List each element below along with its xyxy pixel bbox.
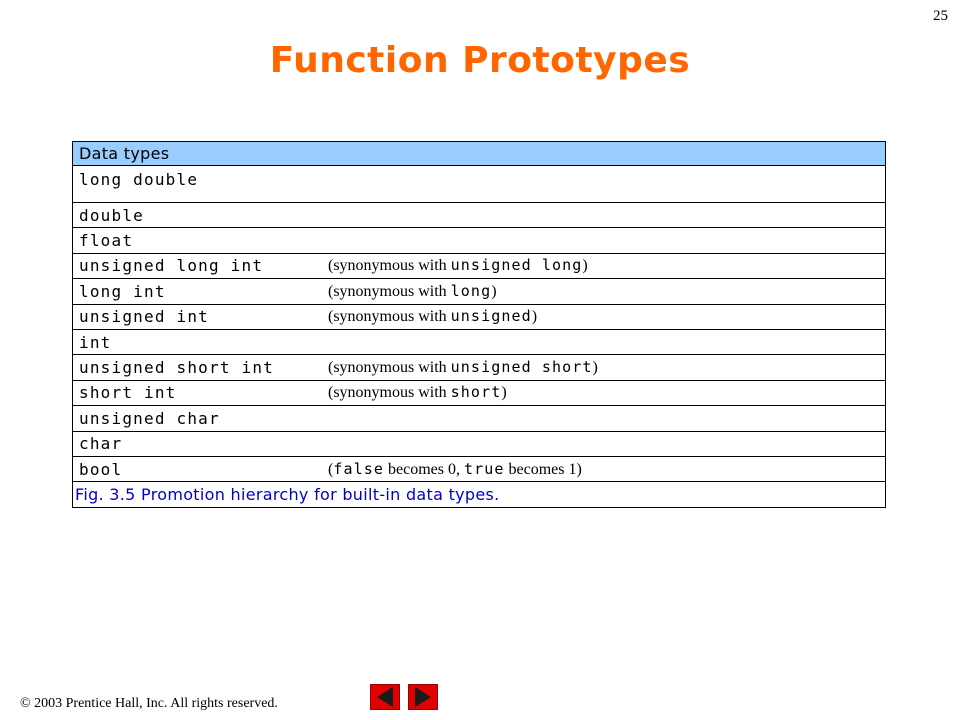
type-name: short int bbox=[79, 383, 177, 403]
note-code-false: false bbox=[333, 459, 384, 478]
table-row: float bbox=[73, 228, 885, 254]
table-row: unsigned char bbox=[73, 406, 885, 432]
type-name: char bbox=[79, 434, 123, 454]
copyright-text: 2003 Prentice Hall, Inc. All rights rese… bbox=[30, 696, 278, 711]
synonym-note: (synonymous with unsigned) bbox=[328, 307, 537, 326]
note-code: unsigned long bbox=[450, 256, 583, 275]
type-name: unsigned char bbox=[79, 408, 220, 428]
note-suffix: ) bbox=[491, 282, 497, 300]
type-name: int bbox=[79, 332, 112, 352]
note-code: unsigned short bbox=[450, 358, 593, 377]
slide-title: Function Prototypes bbox=[269, 40, 691, 81]
note-suffix: ) bbox=[501, 384, 507, 402]
note-suffix: ) bbox=[582, 257, 588, 275]
type-name: bool bbox=[79, 459, 123, 479]
note-code: long bbox=[450, 281, 492, 300]
note-prefix: (synonymous with bbox=[328, 359, 451, 377]
table-row: unsigned short int (synonymous with unsi… bbox=[73, 355, 885, 381]
right-triangle-icon bbox=[415, 687, 431, 707]
synonym-note: (synonymous with short) bbox=[328, 383, 507, 402]
table-header-label: Data types bbox=[79, 144, 170, 163]
table-row: short int (synonymous with short) bbox=[73, 381, 885, 407]
previous-slide-button[interactable] bbox=[370, 684, 400, 710]
note-suffix: ) bbox=[531, 308, 538, 326]
type-name: float bbox=[79, 231, 134, 251]
note-code-true: true bbox=[463, 459, 505, 478]
note-code: unsigned bbox=[450, 307, 532, 326]
copyright-notice: © 2003 Prentice Hall, Inc. All rights re… bbox=[20, 696, 278, 712]
table-header-row: Data types bbox=[73, 142, 885, 166]
table-row: char bbox=[73, 432, 885, 457]
note-prefix: (synonymous with bbox=[328, 282, 451, 300]
table-row: long int (synonymous with long) bbox=[73, 279, 885, 305]
note-mid: becomes 0, bbox=[383, 460, 464, 478]
note-code: short bbox=[450, 383, 502, 402]
type-name: unsigned int bbox=[79, 307, 209, 327]
next-slide-button[interactable] bbox=[408, 684, 438, 710]
table-row: long double bbox=[73, 166, 885, 203]
note-prefix: (synonymous with bbox=[328, 257, 451, 275]
table-row: double bbox=[73, 203, 885, 229]
figure-caption: Fig. 3.5 Promotion hierarchy for built-i… bbox=[75, 485, 500, 505]
table-row: unsigned long int (synonymous with unsig… bbox=[73, 254, 885, 280]
left-triangle-icon bbox=[377, 687, 393, 707]
note-prefix: (synonymous with bbox=[328, 384, 451, 402]
note-end: becomes 1) bbox=[504, 460, 582, 478]
type-name: long double bbox=[79, 170, 199, 189]
bool-note: (false becomes 0, true becomes 1) bbox=[328, 460, 582, 479]
page-number: 25 bbox=[933, 8, 948, 24]
copyright-symbol: © bbox=[20, 696, 31, 711]
note-prefix: (synonymous with bbox=[328, 308, 451, 326]
note-suffix: ) bbox=[592, 359, 598, 377]
type-name: long int bbox=[79, 281, 166, 301]
type-name: double bbox=[79, 205, 144, 225]
table-row: unsigned int (synonymous with unsigned) bbox=[73, 305, 885, 330]
data-types-table: Data types long double double float unsi… bbox=[72, 141, 886, 509]
synonym-note: (synonymous with long) bbox=[328, 282, 497, 301]
synonym-note: (synonymous with unsigned long) bbox=[328, 256, 588, 275]
table-row: bool (false becomes 0, true becomes 1) bbox=[73, 457, 885, 483]
synonym-note: (synonymous with unsigned short) bbox=[328, 358, 598, 377]
table-row: int bbox=[73, 330, 885, 356]
figure-caption-row: Fig. 3.5 Promotion hierarchy for built-i… bbox=[73, 482, 885, 507]
type-name: unsigned short int bbox=[79, 358, 274, 378]
type-name: unsigned long int bbox=[79, 256, 264, 276]
